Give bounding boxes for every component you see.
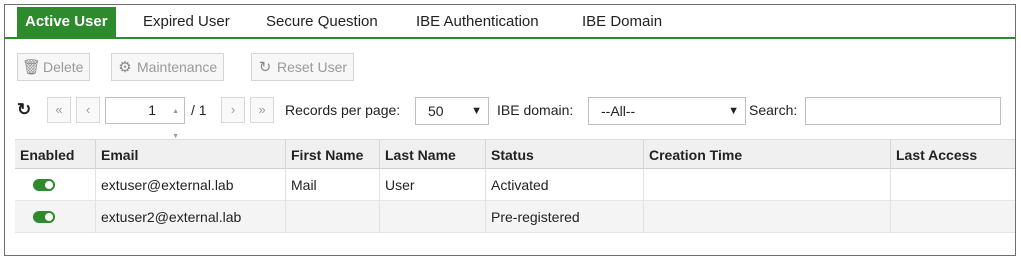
first-page-button[interactable]: « — [47, 97, 71, 123]
column-header-last-access[interactable]: Last Access — [890, 140, 1015, 170]
column-header-last-name[interactable]: Last Name — [379, 140, 485, 170]
last-name-cell — [379, 201, 485, 233]
tab-ibe-authentication[interactable]: IBE Authentication — [408, 7, 547, 37]
refresh-icon[interactable]: ↻ — [17, 98, 31, 122]
last-name-cell: User — [379, 169, 485, 201]
gear-icon: ⚙ — [118, 59, 132, 76]
user-management-panel: Active User Expired User Secure Question… — [4, 4, 1016, 256]
column-header-first-name[interactable]: First Name — [285, 140, 379, 170]
table-row[interactable]: extuser2@external.lab Pre-registered — [15, 201, 1015, 233]
user-table: Enabled Email First Name Last Name Statu… — [15, 139, 1015, 233]
column-header-email[interactable]: Email — [95, 140, 285, 170]
creation-time-cell — [643, 169, 890, 201]
first-name-cell: Mail — [285, 169, 379, 201]
page-number-value: 1 — [148, 102, 156, 118]
trash-icon: 🗑 — [22, 59, 42, 76]
previous-page-button[interactable]: ‹ — [76, 97, 100, 123]
ibe-domain-label: IBE domain: — [497, 102, 574, 118]
last-access-cell — [890, 201, 1015, 233]
column-header-enabled[interactable]: Enabled — [15, 140, 95, 170]
chevron-down-icon: ▼ — [471, 105, 482, 117]
refresh-icon: ↻ — [258, 59, 272, 76]
delete-button[interactable]: 🗑 Delete — [17, 53, 91, 81]
email-cell: extuser2@external.lab — [95, 201, 285, 233]
tab-ibe-domain[interactable]: IBE Domain — [574, 7, 670, 37]
total-pages: / 1 — [191, 102, 207, 118]
status-cell: Pre-registered — [485, 201, 643, 233]
search-label: Search: — [749, 102, 798, 118]
tab-bar: Active User Expired User Secure Question… — [5, 5, 1015, 39]
records-per-page-value: 50 — [428, 103, 444, 119]
ibe-domain-value: --All-- — [601, 103, 636, 119]
chevron-down-icon: ▼ — [728, 105, 739, 117]
column-header-status[interactable]: Status — [485, 140, 643, 170]
reset-user-button[interactable]: ↻ Reset User — [251, 53, 355, 81]
last-page-button[interactable]: » — [250, 97, 274, 123]
next-page-button[interactable]: › — [221, 97, 245, 123]
pager-toolbar: ↻ « ‹ 1 ▲ ▼ / 1 › » Records per page: 50 … — [5, 96, 1015, 140]
enabled-toggle-icon[interactable] — [33, 211, 55, 223]
ibe-domain-select[interactable]: --All-- ▼ — [588, 97, 746, 125]
records-per-page-select[interactable]: 50 ▼ — [415, 97, 489, 125]
email-cell: extuser@external.lab — [95, 169, 285, 201]
status-cell: Activated — [485, 169, 643, 201]
last-access-cell — [890, 169, 1015, 201]
maintenance-button-label: Maintenance — [137, 59, 218, 75]
page-number-input[interactable]: 1 ▲ ▼ — [105, 97, 185, 140]
enabled-cell — [15, 201, 95, 233]
delete-button-label: Delete — [43, 59, 84, 75]
reset-user-button-label: Reset User — [277, 59, 348, 75]
records-per-page-label: Records per page: — [285, 102, 401, 118]
tab-secure-question[interactable]: Secure Question — [258, 7, 386, 37]
tab-active-user[interactable]: Active User — [17, 7, 116, 39]
table-row[interactable]: extuser@external.lab Mail User Activated — [15, 169, 1015, 201]
maintenance-button[interactable]: ⚙ Maintenance — [111, 53, 225, 81]
table-header: Enabled Email First Name Last Name Statu… — [15, 139, 1015, 170]
search-input[interactable] — [805, 97, 1001, 125]
tab-expired-user[interactable]: Expired User — [135, 7, 238, 37]
column-header-creation-time[interactable]: Creation Time — [643, 140, 890, 170]
first-name-cell — [285, 201, 379, 233]
enabled-cell — [15, 169, 95, 201]
creation-time-cell — [643, 201, 890, 233]
enabled-toggle-icon[interactable] — [33, 179, 55, 191]
